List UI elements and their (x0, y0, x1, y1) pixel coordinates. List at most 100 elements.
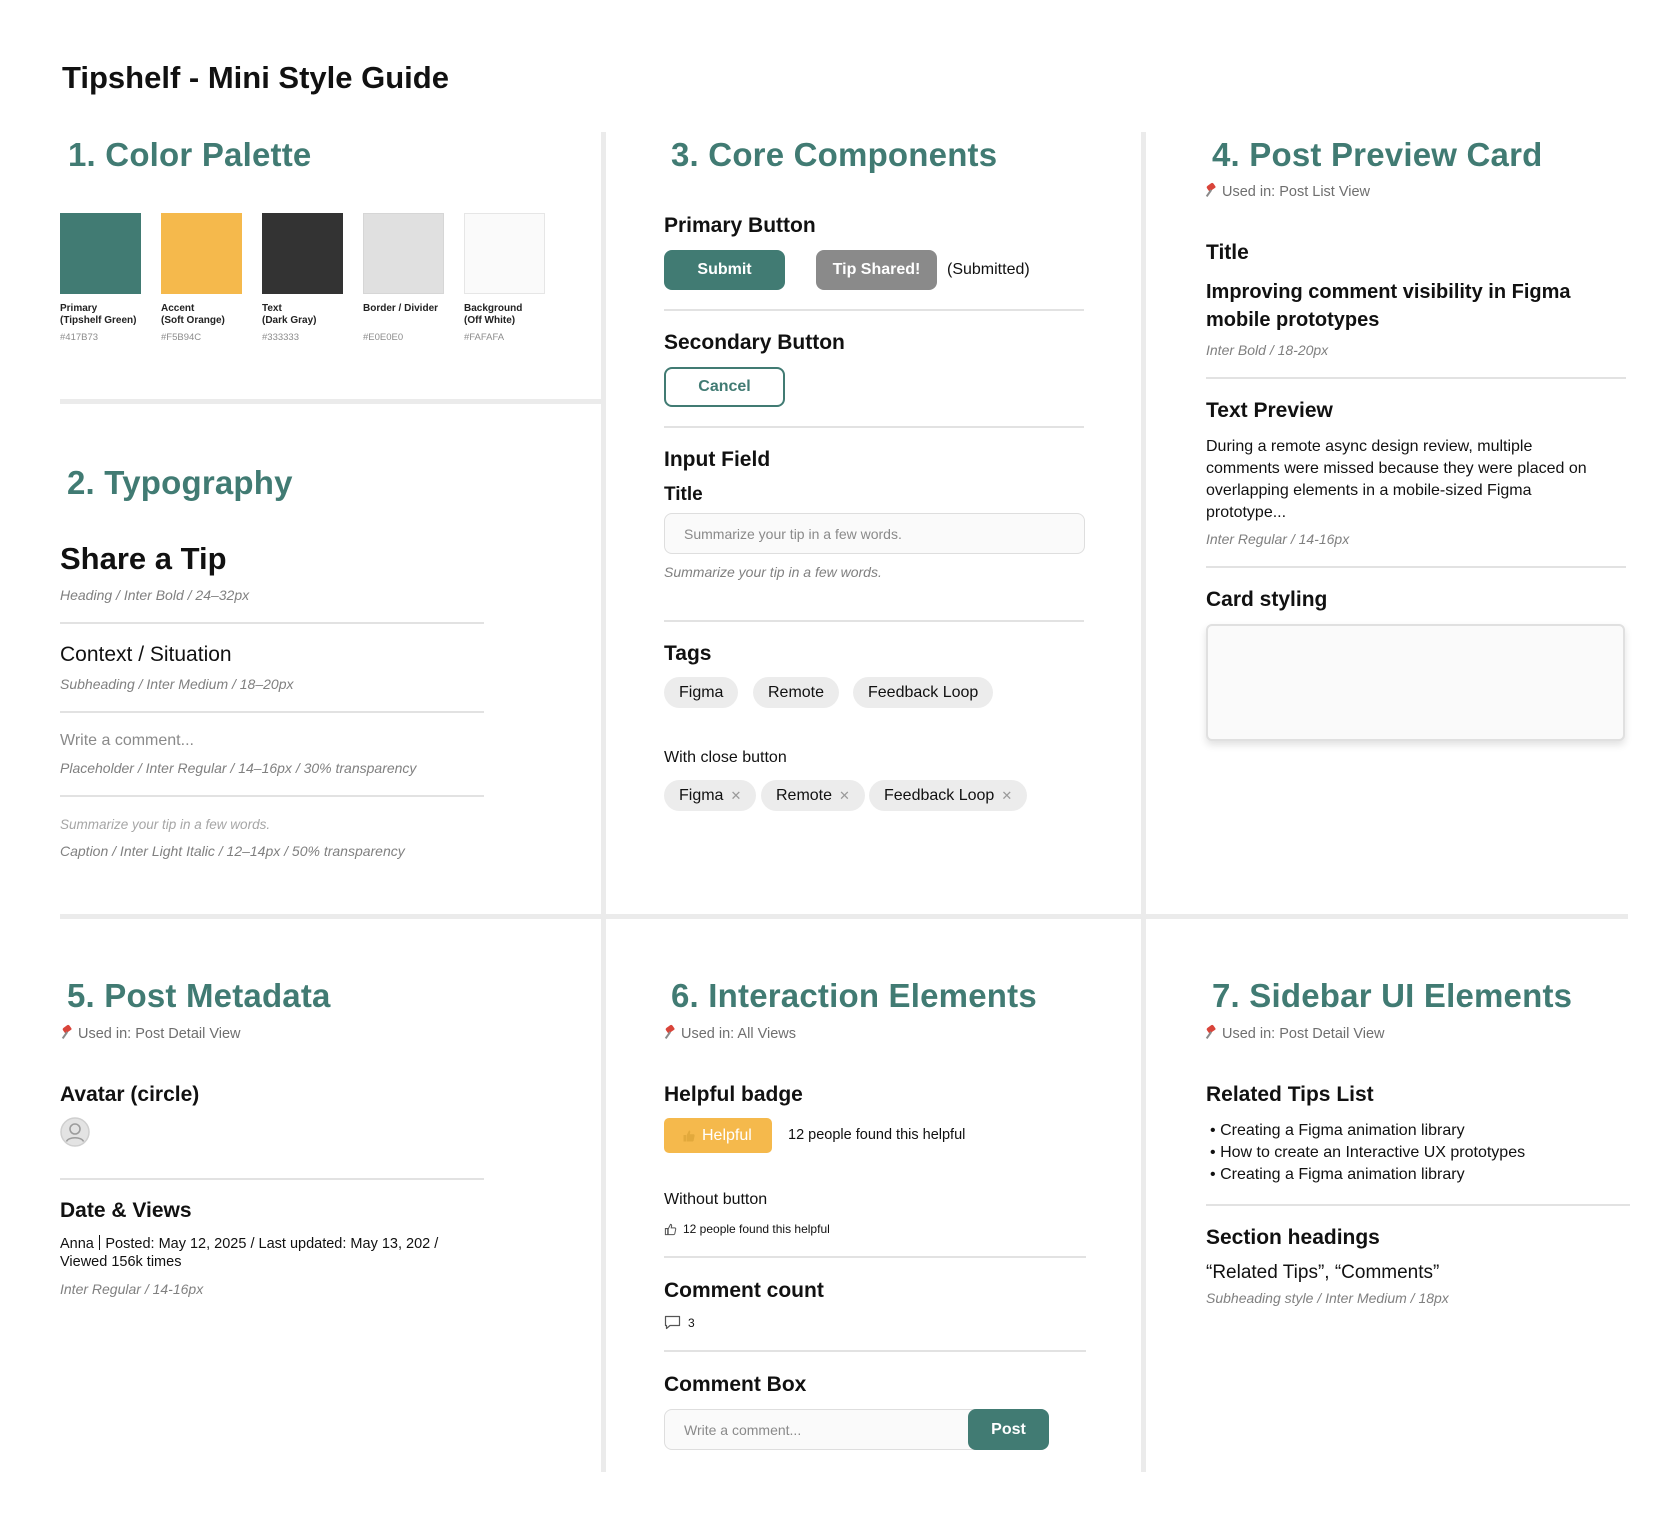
comment-box-heading: Comment Box (664, 1373, 807, 1396)
comment-count-heading: Comment count (664, 1279, 824, 1302)
divider (664, 1256, 1086, 1258)
swatch-background (464, 213, 545, 294)
comment-count[interactable]: 3 (664, 1315, 695, 1330)
sidebar-section-title: 7. Sidebar UI Elements (1212, 977, 1573, 1014)
preview-title-note: Inter Bold / 18-20px (1206, 342, 1329, 358)
metadata-note: Inter Regular / 14-16px (60, 1281, 204, 1297)
tag-label: Remote (768, 683, 825, 701)
pin-icon (1206, 184, 1216, 197)
preview-sample-title: Improving comment visibility in Figma mob… (1206, 281, 1571, 331)
submitted-note: (Submitted) (947, 261, 1030, 278)
comment-icon (664, 1315, 681, 1330)
date-views-heading: Date & Views (60, 1199, 192, 1222)
subheading-sample: Context / Situation (60, 643, 232, 666)
avatar-heading: Avatar (circle) (60, 1083, 200, 1106)
swatch-accent-label: Accent (Soft Orange) (161, 303, 225, 326)
comment-input-placeholder: Write a comment... (684, 1421, 802, 1438)
divider (60, 711, 484, 713)
primary-button-heading: Primary Button (664, 214, 816, 237)
interaction-used-in: Used in: All Views (665, 1026, 796, 1042)
thumbs-up-icon[interactable] (664, 1223, 677, 1236)
placeholder-note: Placeholder / Inter Regular / 14–16px / … (60, 760, 417, 776)
heading-sample: Share a Tip (60, 541, 227, 576)
swatch-text-hex: #333333 (262, 332, 299, 343)
cancel-button[interactable]: Cancel (664, 367, 785, 407)
swatch-primary-hex: #417B73 (60, 332, 99, 343)
swatch-background-label: Background (Off White) (464, 303, 523, 326)
section-headings-heading: Section headings (1206, 1226, 1380, 1249)
swatch-border (363, 213, 444, 294)
divider (1206, 566, 1626, 568)
swatch-accent (161, 213, 242, 294)
pin-icon (62, 1026, 72, 1039)
input-field-label: Title (664, 484, 703, 505)
post-button[interactable]: Post (968, 1409, 1049, 1450)
closable-tag-remote[interactable]: Remote ✕ (761, 780, 865, 811)
input-caption: Summarize your tip in a few words. (664, 564, 882, 580)
divider (60, 795, 484, 797)
tag-figma[interactable]: Figma (664, 677, 739, 708)
avatar-icon[interactable] (60, 1117, 90, 1147)
helpful-badge-button[interactable]: Helpful (664, 1118, 772, 1153)
closable-tag-feedback-loop[interactable]: Feedback Loop ✕ (869, 780, 1028, 811)
input-field-heading: Input Field (664, 448, 771, 471)
without-button-heading: Without button (664, 1191, 768, 1208)
divider (664, 309, 1084, 311)
author-name[interactable]: Anna (60, 1236, 94, 1252)
column-divider-1 (601, 132, 606, 1472)
palette-section-title: 1. Color Palette (68, 136, 312, 173)
interaction-section-title: 6. Interaction Elements (671, 977, 1037, 1014)
helpful-badge-label: Helpful (702, 1126, 752, 1144)
swatch-background-hex: #FAFAFA (464, 332, 505, 343)
tag-label: Figma (679, 683, 724, 701)
caption-note: Caption / Inter Light Italic / 12–14px /… (60, 843, 405, 859)
related-tip-item[interactable]: • Creating a Figma animation library (1210, 1164, 1525, 1186)
related-tips-heading: Related Tips List (1206, 1083, 1374, 1106)
page-title: Tipshelf - Mini Style Guide (62, 60, 449, 95)
card-styling-sample (1206, 624, 1625, 741)
row-divider-main (60, 914, 1628, 919)
tip-shared-button[interactable]: Tip Shared! (816, 250, 937, 290)
helpful-plain-text: 12 people found this helpful (683, 1222, 830, 1236)
text-preview-body: During a remote async design review, mul… (1206, 438, 1587, 521)
preview-title-heading: Title (1206, 241, 1249, 264)
swatch-primary-label: Primary (Tipshelf Green) (60, 303, 137, 326)
closable-tag-figma[interactable]: Figma ✕ (664, 780, 757, 811)
swatch-primary (60, 213, 141, 294)
close-icon[interactable]: ✕ (839, 788, 850, 804)
tag-label: Figma (679, 786, 724, 804)
tag-label: Feedback Loop (884, 786, 995, 804)
section-headings-sample: “Related Tips”, “Comments” (1206, 1262, 1440, 1283)
preview-used-in: Used in: Post List View (1206, 184, 1370, 200)
submit-button[interactable]: Submit (664, 250, 785, 290)
tag-remote[interactable]: Remote (753, 677, 840, 708)
preview-section-title: 4. Post Preview Card (1212, 136, 1543, 173)
card-styling-heading: Card styling (1206, 588, 1328, 611)
tags-heading: Tags (664, 642, 712, 665)
title-input[interactable]: Summarize your tip in a few words. (664, 513, 1085, 554)
tag-label: Feedback Loop (868, 683, 979, 701)
caption-sample: Summarize your tip in a few words. (60, 817, 271, 832)
swatch-accent-hex: #F5B94C (161, 332, 202, 343)
meta-separator (98, 1235, 101, 1250)
divider (664, 620, 1084, 622)
comment-count-value: 3 (688, 1315, 695, 1330)
pin-icon (1206, 1026, 1216, 1039)
metadata-section-title: 5. Post Metadata (67, 977, 331, 1014)
close-icon[interactable]: ✕ (730, 788, 741, 804)
divider (60, 622, 484, 624)
text-preview-note: Inter Regular / 14-16px (1206, 531, 1350, 547)
title-input-placeholder: Summarize your tip in a few words. (684, 525, 902, 542)
core-section-title: 3. Core Components (671, 136, 998, 173)
close-icon[interactable]: ✕ (1001, 788, 1012, 804)
subheading-note: Subheading / Inter Medium / 18–20px (60, 676, 294, 692)
related-tip-item[interactable]: • Creating a Figma animation library (1210, 1120, 1525, 1142)
divider (664, 1350, 1086, 1352)
tag-feedback-loop[interactable]: Feedback Loop (853, 677, 994, 708)
helpful-count-text: 12 people found this helpful (788, 1127, 966, 1143)
placeholder-sample: Write a comment... (60, 732, 194, 749)
related-tip-item[interactable]: • How to create an Interactive UX protot… (1210, 1142, 1525, 1164)
meta-details: Anna Posted: May 12, 2025 / Last updated:… (60, 1235, 438, 1271)
metadata-used-in: Used in: Post Detail View (62, 1026, 241, 1042)
swatch-text-label: Text (Dark Gray) (262, 303, 317, 326)
